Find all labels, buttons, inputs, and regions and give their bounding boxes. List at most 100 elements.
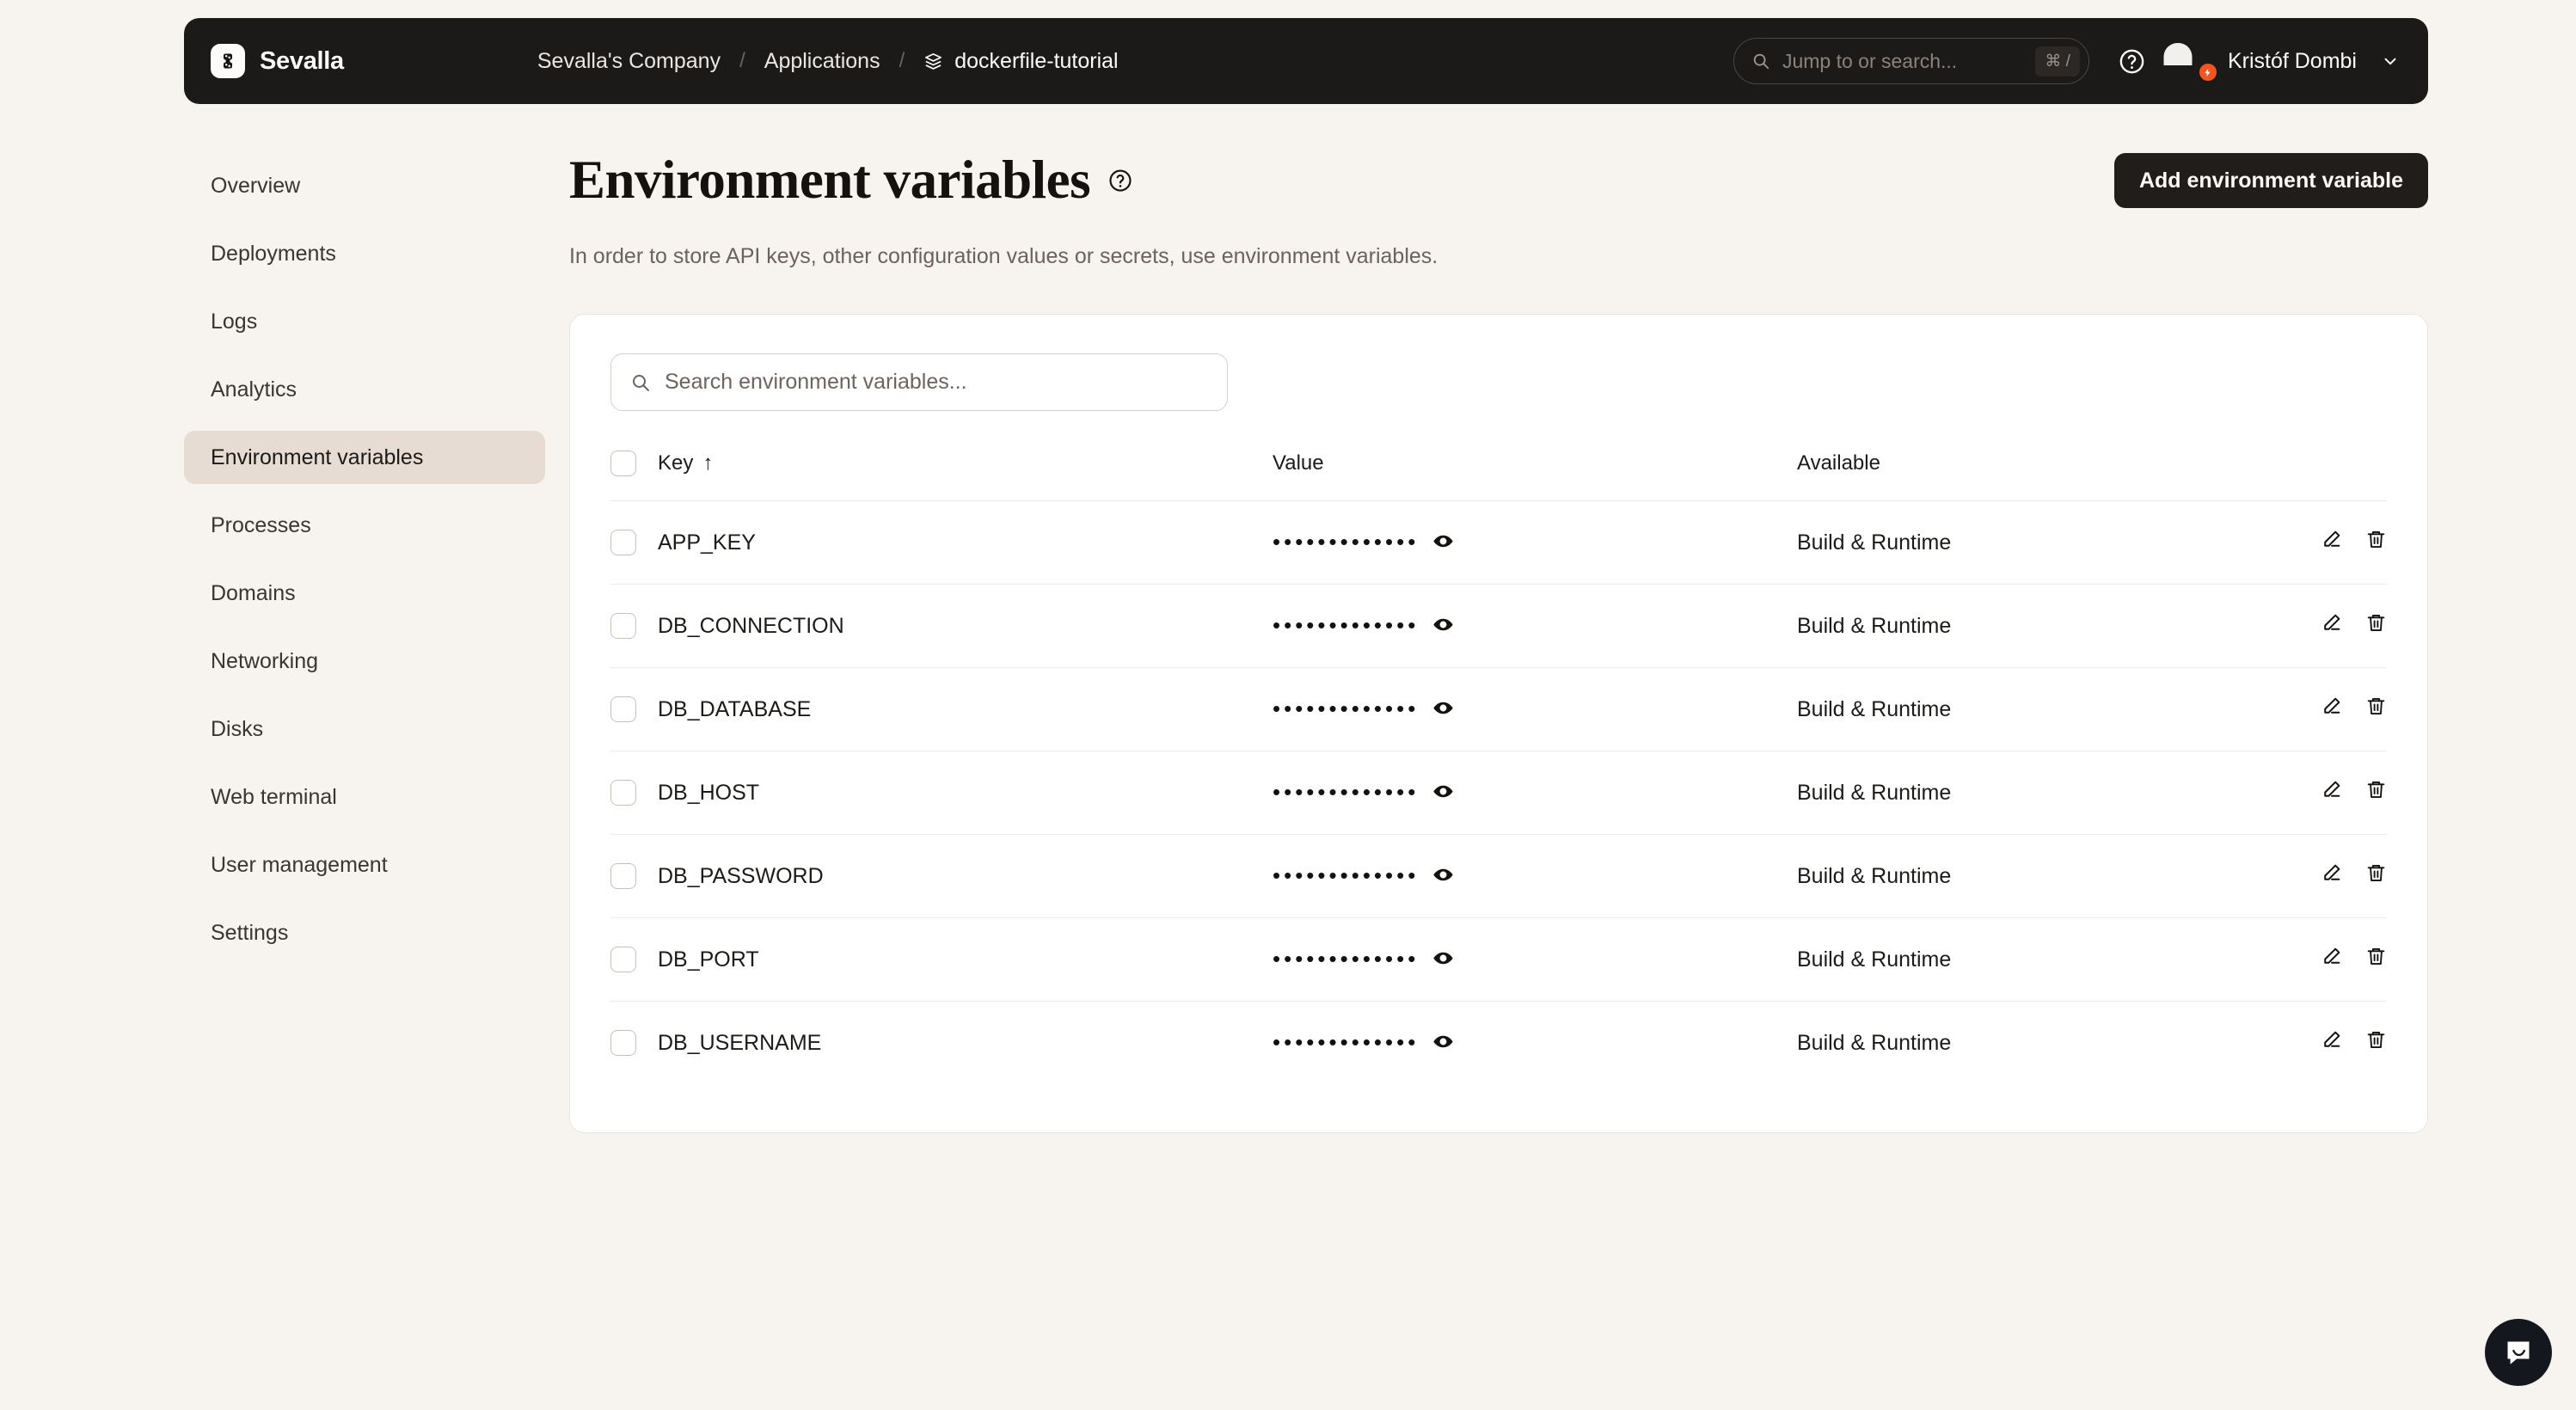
masked-value: •••••••••••••: [1273, 945, 1420, 972]
table-row: DB_PORT ••••••••••••• Build & Runtime: [610, 917, 2387, 1002]
delete-row-button[interactable]: [2365, 1029, 2387, 1051]
cell-value: •••••••••••••: [1273, 530, 1454, 553]
environment-variables-table: Key ↑ Value Available APP_KEY ••••••••••…: [610, 451, 2387, 1084]
delete-row-button[interactable]: [2365, 862, 2387, 884]
chat-support-button[interactable]: [2485, 1319, 2552, 1386]
row-checkbox[interactable]: [610, 696, 636, 722]
table-body: APP_KEY ••••••••••••• Build & Runtime DB…: [610, 500, 2387, 1085]
row-actions: [2321, 946, 2387, 967]
add-environment-variable-button[interactable]: Add environment variable: [2113, 153, 2428, 208]
pencil-icon: [2321, 779, 2342, 800]
pencil-icon: [2321, 612, 2342, 634]
sidebar-item-overview[interactable]: Overview: [184, 159, 545, 212]
user-name: Kristóf Dombi: [2227, 48, 2357, 73]
search-icon: [630, 372, 651, 393]
edit-row-button[interactable]: [2321, 1029, 2342, 1051]
cell-key: DB_PORT: [658, 947, 759, 972]
row-actions: [2321, 1029, 2387, 1051]
pencil-icon: [2321, 529, 2342, 550]
global-search-placeholder: Jump to or search...: [1782, 49, 1958, 72]
sidebar-item-label: Overview: [211, 173, 301, 198]
sidebar-item-domains[interactable]: Domains: [184, 567, 545, 620]
page-subtitle: In order to store API keys, other config…: [569, 244, 1438, 268]
eye-icon: [1432, 614, 1454, 635]
eye-icon: [1432, 864, 1454, 886]
cell-available: Build & Runtime: [1797, 947, 1952, 972]
reveal-value-button[interactable]: [1432, 614, 1454, 635]
edit-row-button[interactable]: [2321, 862, 2342, 884]
sidebar-item-environment-variables[interactable]: Environment variables: [184, 431, 545, 484]
edit-row-button[interactable]: [2321, 779, 2342, 800]
trash-icon: [2365, 779, 2387, 800]
row-checkbox[interactable]: [610, 613, 636, 639]
cell-available: Build & Runtime: [1797, 1030, 1952, 1055]
cell-value: •••••••••••••: [1273, 864, 1454, 886]
reveal-value-button[interactable]: [1432, 530, 1454, 552]
delete-row-button[interactable]: [2365, 612, 2387, 634]
edit-row-button[interactable]: [2321, 946, 2342, 967]
breadcrumb-organization[interactable]: Sevalla's Company: [537, 49, 721, 74]
masked-value: •••••••••••••: [1273, 861, 1420, 888]
help-button[interactable]: [2118, 47, 2146, 76]
sevalla-logo-icon: [211, 44, 245, 78]
question-circle-icon[interactable]: [1107, 168, 1133, 193]
pencil-icon: [2321, 862, 2342, 884]
main-content: Environment variables In order to store …: [569, 153, 2428, 1133]
delete-row-button[interactable]: [2365, 946, 2387, 967]
reveal-value-button[interactable]: [1432, 1031, 1454, 1052]
cell-available: Build & Runtime: [1797, 863, 1952, 888]
breadcrumb-application[interactable]: dockerfile-tutorial: [923, 49, 1119, 74]
reveal-value-button[interactable]: [1432, 864, 1454, 886]
table-row: DB_HOST ••••••••••••• Build & Runtime: [610, 751, 2387, 835]
delete-row-button[interactable]: [2365, 696, 2387, 717]
pencil-icon: [2321, 1029, 2342, 1051]
select-all-checkbox[interactable]: [610, 451, 636, 476]
chevron-down-icon: [2381, 52, 2400, 70]
sort-ascending-icon: ↑: [702, 451, 714, 475]
cell-available: Build & Runtime: [1797, 613, 1952, 638]
trash-icon: [2365, 529, 2387, 550]
delete-row-button[interactable]: [2365, 529, 2387, 550]
environment-variables-search-input[interactable]: Search environment variables...: [610, 353, 1228, 411]
sidebar-item-web-terminal[interactable]: Web terminal: [184, 770, 545, 824]
reveal-value-button[interactable]: [1432, 947, 1454, 969]
environment-variables-search-placeholder: Search environment variables...: [665, 370, 967, 394]
top-navigation-bar: Sevalla Sevalla's Company / Applications…: [184, 18, 2428, 104]
row-checkbox[interactable]: [610, 780, 636, 806]
row-actions: [2321, 612, 2387, 634]
column-header-key[interactable]: Key ↑: [658, 451, 713, 475]
table-row: DB_USERNAME ••••••••••••• Build & Runtim…: [610, 1002, 2387, 1085]
global-search-input[interactable]: Jump to or search... ⌘ /: [1733, 38, 2089, 84]
edit-row-button[interactable]: [2321, 529, 2342, 550]
trash-icon: [2365, 1029, 2387, 1051]
sidebar-item-networking[interactable]: Networking: [184, 634, 545, 688]
question-circle-icon: [2118, 47, 2146, 76]
masked-value: •••••••••••••: [1273, 778, 1420, 805]
sidebar-item-disks[interactable]: Disks: [184, 702, 545, 756]
row-checkbox[interactable]: [610, 530, 636, 555]
row-checkbox[interactable]: [610, 947, 636, 972]
brand-home-link[interactable]: Sevalla: [211, 44, 344, 78]
trash-icon: [2365, 946, 2387, 967]
sidebar-item-logs[interactable]: Logs: [184, 295, 545, 348]
breadcrumb-applications[interactable]: Applications: [764, 49, 880, 74]
sidebar-item-label: Web terminal: [211, 784, 337, 809]
sidebar-item-user-management[interactable]: User management: [184, 838, 545, 892]
edit-row-button[interactable]: [2321, 612, 2342, 634]
delete-row-button[interactable]: [2365, 779, 2387, 800]
trash-icon: [2365, 862, 2387, 884]
sidebar-item-deployments[interactable]: Deployments: [184, 227, 545, 280]
sidebar-item-analytics[interactable]: Analytics: [184, 363, 545, 416]
row-checkbox[interactable]: [610, 863, 636, 889]
user-menu[interactable]: Kristóf Dombi: [2178, 43, 2400, 81]
eye-icon: [1432, 1031, 1454, 1052]
sidebar-item-settings[interactable]: Settings: [184, 906, 545, 959]
edit-row-button[interactable]: [2321, 696, 2342, 717]
environment-variables-card: Search environment variables... Key ↑ Va…: [569, 314, 2428, 1133]
reveal-value-button[interactable]: [1432, 781, 1454, 802]
column-header-value: Value: [1273, 451, 1324, 475]
eye-icon: [1432, 781, 1454, 802]
reveal-value-button[interactable]: [1432, 697, 1454, 719]
row-checkbox[interactable]: [610, 1030, 636, 1056]
sidebar-item-processes[interactable]: Processes: [184, 499, 545, 552]
